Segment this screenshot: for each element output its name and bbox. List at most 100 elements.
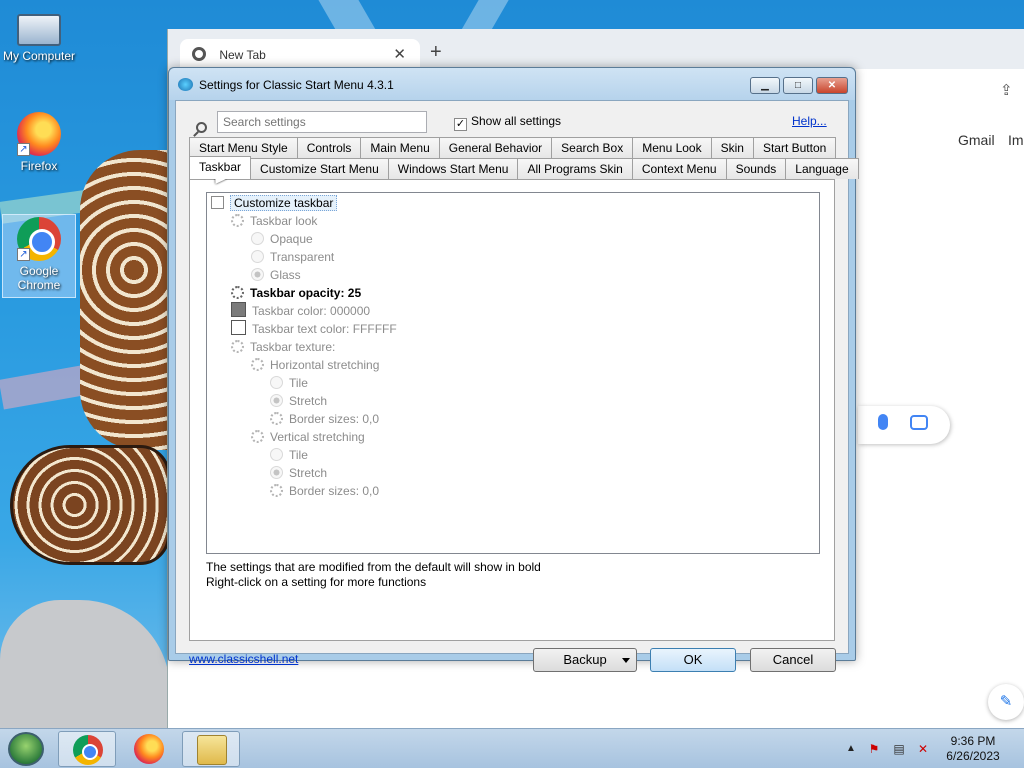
setting-opaque[interactable]: Opaque — [251, 230, 313, 248]
chrome-tab-icon — [192, 47, 206, 61]
taskbar: ▲ ⚑ ▤ ✕ 9:36 PM 6/26/2023 — [0, 728, 1024, 768]
maximize-button[interactable]: □ — [783, 77, 813, 94]
tab-start-button[interactable]: Start Button — [752, 137, 837, 158]
setting-v-stretch[interactable]: Stretch — [270, 464, 327, 482]
setting-horizontal-stretching[interactable]: Horizontal stretching — [251, 356, 379, 374]
setting-vertical-stretching[interactable]: Vertical stretching — [251, 428, 365, 446]
setting-label: Vertical stretching — [270, 430, 365, 444]
color-swatch-icon — [231, 320, 246, 335]
cancel-button[interactable]: Cancel — [750, 648, 836, 672]
tab-context-menu[interactable]: Context Menu — [631, 158, 727, 179]
desktop-icon-google-chrome[interactable]: ↗ Google Chrome — [2, 214, 76, 298]
network-icon[interactable]: ▤ — [891, 741, 907, 757]
show-all-settings-checkbox[interactable]: ✓ Show all settings — [454, 114, 561, 131]
share-icon[interactable]: ⇪ — [1000, 81, 1013, 99]
settings-dialog: Settings for Classic Start Menu 4.3.1 ▁ … — [168, 67, 859, 672]
tab-customize-start-menu[interactable]: Customize Start Menu — [250, 158, 389, 179]
tab-controls[interactable]: Controls — [296, 137, 362, 158]
show-all-label: Show all settings — [471, 114, 562, 128]
setting-label: Tile — [289, 376, 308, 390]
setting-v-tile[interactable]: Tile — [270, 446, 308, 464]
tab-menu-look[interactable]: Menu Look — [632, 137, 712, 158]
customize-pencil-icon[interactable]: ✎ — [988, 684, 1024, 720]
gear-icon — [270, 412, 283, 425]
tab-all-programs-skin[interactable]: All Programs Skin — [517, 158, 633, 179]
taskbar-firefox-button[interactable] — [120, 731, 178, 767]
tab-sounds[interactable]: Sounds — [725, 158, 787, 179]
computer-icon — [17, 14, 61, 46]
backup-button[interactable]: Backup — [533, 648, 637, 672]
volume-muted-icon[interactable]: ✕ — [915, 741, 931, 757]
checkbox-icon[interactable] — [211, 196, 224, 209]
radio-icon — [270, 376, 283, 389]
taskbar-explorer-button[interactable] — [182, 731, 240, 767]
help-link[interactable]: Help... — [792, 114, 827, 128]
setting-taskbar-text-color[interactable]: Taskbar text color: FFFFFF — [231, 320, 397, 338]
tab-skin[interactable]: Skin — [710, 137, 754, 158]
setting-taskbar-look[interactable]: Taskbar look — [231, 212, 317, 230]
setting-taskbar-color[interactable]: Taskbar color: 000000 — [231, 302, 370, 320]
camera-icon[interactable] — [910, 415, 928, 430]
gmail-link[interactable]: Gmail — [958, 132, 995, 148]
setting-label: Stretch — [289, 394, 328, 408]
setting-taskbar-opacity[interactable]: Taskbar opacity: 25 — [231, 284, 361, 302]
classicshell-website-link[interactable]: www.classicshell.net — [189, 652, 298, 666]
show-hidden-icons-icon[interactable]: ▲ — [846, 743, 856, 754]
setting-transparent[interactable]: Transparent — [251, 248, 334, 266]
system-clock[interactable]: 9:36 PM 6/26/2023 — [938, 734, 1008, 764]
search-settings-input[interactable] — [217, 111, 427, 133]
setting-h-tile[interactable]: Tile — [270, 374, 308, 392]
action-center-flag-icon[interactable]: ⚑ — [866, 741, 882, 757]
minimize-button[interactable]: ▁ — [750, 77, 780, 94]
folder-icon — [197, 735, 227, 765]
taskbar-chrome-button[interactable] — [58, 731, 116, 767]
tab-taskbar[interactable]: Taskbar — [189, 156, 252, 179]
desktop-icon-label: My Computer — [2, 49, 76, 63]
setting-taskbar-texture[interactable]: Taskbar texture: — [231, 338, 335, 356]
close-button[interactable]: ✕ — [816, 77, 848, 94]
dialog-titlebar[interactable]: Settings for Classic Start Menu 4.3.1 ▁ … — [169, 68, 855, 100]
bold-settings-note: The settings that are modified from the … — [206, 560, 541, 574]
browser-tab-title: New Tab — [219, 48, 266, 62]
setting-h-stretch[interactable]: Stretch — [270, 392, 327, 410]
tab-windows-start-menu[interactable]: Windows Start Menu — [387, 158, 519, 179]
settings-tree[interactable]: Customize taskbar Taskbar look Opaque Tr… — [206, 192, 820, 554]
firefox-icon: ↗ — [17, 112, 61, 156]
tab-language[interactable]: Language — [785, 158, 859, 179]
classic-shell-icon — [178, 78, 193, 91]
setting-h-border-sizes[interactable]: Border sizes: 0,0 — [270, 410, 379, 428]
start-button[interactable] — [8, 732, 44, 766]
setting-v-border-sizes[interactable]: Border sizes: 0,0 — [270, 482, 379, 500]
desktop-icon-firefox[interactable]: ↗ Firefox — [2, 112, 76, 173]
new-tab-button[interactable]: + — [430, 41, 442, 64]
gear-icon — [270, 484, 283, 497]
tab-main-menu[interactable]: Main Menu — [360, 137, 440, 158]
browser-tab-new-tab[interactable]: New Tab ✕ — [180, 39, 420, 69]
radio-icon — [270, 448, 283, 461]
setting-label: Customize taskbar — [230, 195, 338, 211]
gear-icon — [251, 430, 264, 443]
setting-customize-taskbar[interactable]: Customize taskbar — [211, 194, 338, 212]
google-search-box[interactable] — [858, 406, 950, 444]
close-tab-icon[interactable]: ✕ — [393, 45, 406, 63]
checkbox-checked-icon: ✓ — [454, 118, 467, 131]
radio-selected-icon — [251, 268, 264, 281]
shortcut-arrow-icon: ↗ — [17, 143, 30, 156]
cancel-label: Cancel — [772, 652, 814, 667]
setting-label: Transparent — [270, 250, 335, 264]
backup-label: Backup — [563, 652, 607, 667]
microphone-icon[interactable] — [878, 414, 888, 430]
tab-start-menu-style[interactable]: Start Menu Style — [189, 137, 298, 158]
setting-label: Taskbar opacity: 25 — [250, 286, 362, 300]
images-link[interactable]: Ima — [1008, 132, 1024, 148]
chrome-icon: ↗ — [17, 217, 61, 261]
tab-row-2: Taskbar Customize Start Menu Windows Sta… — [189, 156, 859, 179]
desktop-icon-my-computer[interactable]: My Computer — [2, 8, 76, 63]
ok-button[interactable]: OK — [650, 648, 736, 672]
setting-glass[interactable]: Glass — [251, 266, 301, 284]
clock-date: 6/26/2023 — [946, 749, 1000, 763]
tab-general-behavior[interactable]: General Behavior — [438, 137, 553, 158]
dialog-title: Settings for Classic Start Menu 4.3.1 — [199, 78, 394, 92]
setting-label: Opaque — [270, 232, 313, 246]
tab-search-box[interactable]: Search Box — [551, 137, 634, 158]
